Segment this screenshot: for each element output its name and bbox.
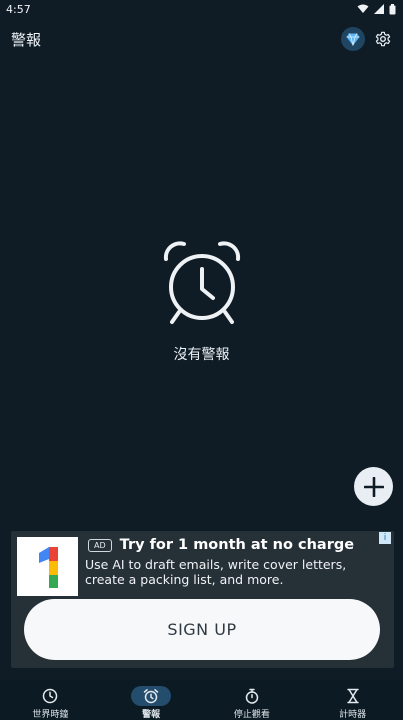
ad-body-text: Use AI to draft emails, write cover lett…: [85, 557, 347, 587]
plus-icon: [363, 476, 384, 497]
add-alarm-button[interactable]: [354, 467, 393, 506]
nav-item-alarm[interactable]: 警報: [111, 680, 191, 720]
google-one-logo-icon: [38, 546, 58, 588]
hourglass-icon: [346, 688, 359, 704]
page-title: 警報: [11, 30, 42, 49]
premium-button[interactable]: [341, 27, 365, 51]
ad-logo: [17, 537, 78, 596]
settings-gear-icon[interactable]: [375, 31, 391, 47]
nav-label-timer: 計時器: [339, 710, 367, 720]
nav-item-world-clock[interactable]: 世界時鐘: [10, 680, 90, 720]
globe-clock-icon: [43, 688, 58, 704]
nav-label-world-clock: 世界時鐘: [32, 710, 69, 720]
ad-title[interactable]: Try for 1 month at no charge: [120, 537, 354, 553]
ad-info-icon[interactable]: i: [379, 532, 391, 544]
wifi-icon: [357, 4, 369, 13]
empty-state: 沒有警報: [0, 240, 403, 364]
stopwatch-icon: [245, 688, 259, 704]
bottom-nav: 世界時鐘 警報 停止觀看 計時器: [0, 680, 403, 720]
status-bar: 4:57: [0, 0, 403, 18]
nav-label-stopwatch: 停止觀看: [233, 710, 270, 720]
status-time: 4:57: [6, 2, 31, 16]
signal-icon: [374, 4, 384, 14]
alarm-icon: [143, 689, 159, 704]
diamond-icon: [346, 32, 360, 46]
nav-item-timer[interactable]: 計時器: [313, 680, 393, 720]
empty-state-message: 沒有警報: [173, 347, 230, 363]
sign-up-button[interactable]: SIGN UP: [24, 599, 380, 660]
nav-item-stopwatch[interactable]: 停止觀看: [212, 680, 292, 720]
battery-icon: [389, 3, 396, 14]
ad-banner[interactable]: AD Try for 1 month at no charge Use AI t…: [11, 531, 394, 668]
ad-badge: AD: [88, 538, 112, 552]
app-bar: 警報: [0, 24, 403, 54]
alarm-clock-icon: [163, 241, 240, 324]
status-icons: [357, 3, 396, 15]
nav-label-alarm: 警報: [142, 710, 161, 720]
